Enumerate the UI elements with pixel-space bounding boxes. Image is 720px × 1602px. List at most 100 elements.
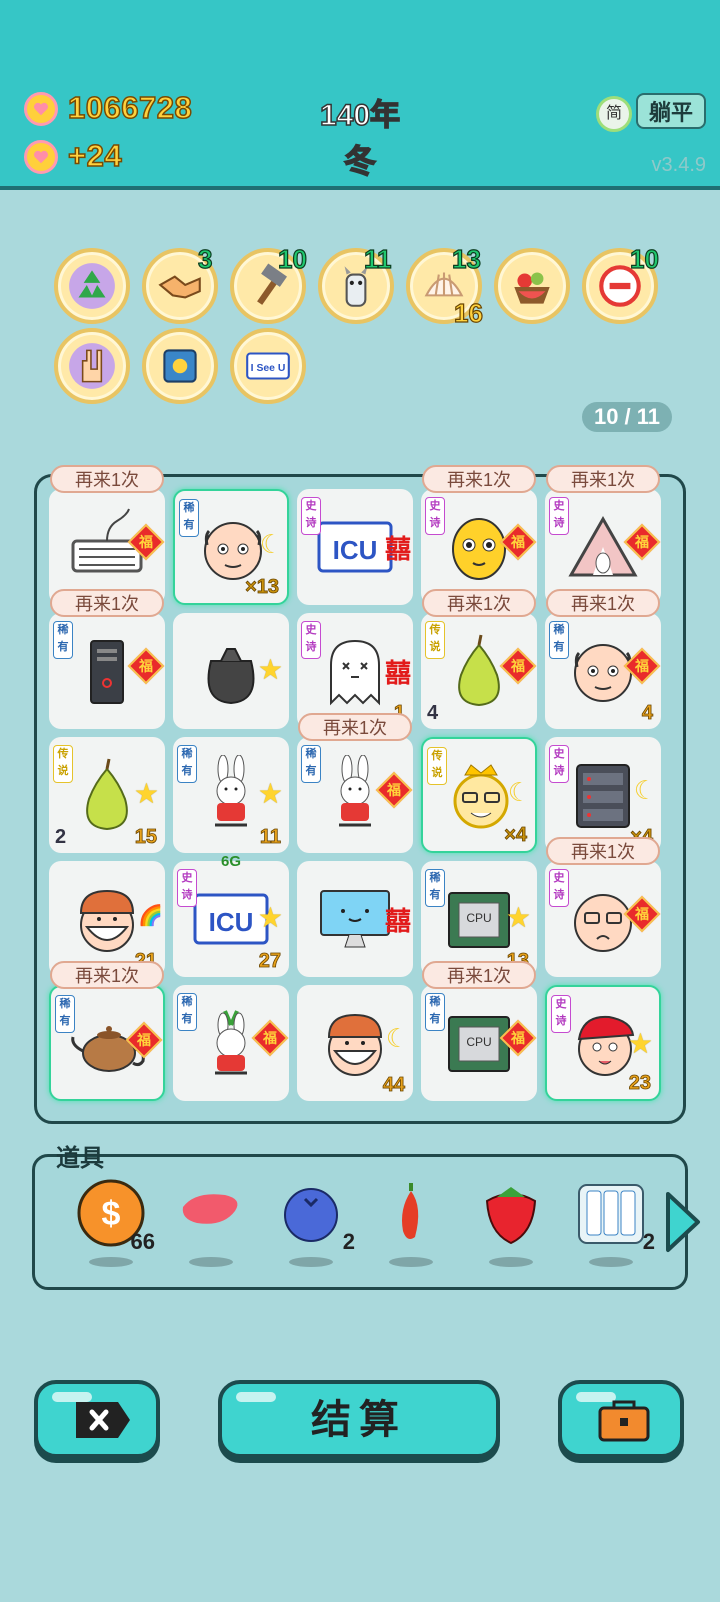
item-quantity: 2 [642,1229,655,1254]
top-bar: 1066728 +24 140年 冬 简 躺平 v3.4.9 [0,0,720,190]
item-liver[interactable] [171,1177,251,1273]
settle-button[interactable]: 结算 [218,1380,500,1458]
cell-count: 27 [258,950,281,973]
rarity-tag: 史诗 [301,621,321,659]
heart-coin-icon [24,92,58,126]
simplified-toggle[interactable]: 简 [596,96,632,132]
board-cell-cpu[interactable]: CPU稀有★13 [421,861,537,977]
star-icon: ★ [627,1028,653,1059]
rarity-tag: 传说 [427,747,447,785]
item-quantity: 66 [130,1229,155,1254]
rarity-tag: 稀有 [177,745,197,783]
board-cell-red-hat-boy[interactable]: 史诗 ★ 23 [545,985,661,1101]
server-icon [576,764,630,828]
board-cell-server[interactable]: 史诗☾×4 [545,737,661,853]
settle-label: 结算 [311,1398,407,1442]
relic-sub-count: 16 [453,297,483,328]
cell-count: 23 [628,1072,651,1095]
board-cell-rabbit-sprout[interactable]: 稀有福 [173,985,289,1101]
slot-board: 福再来1次 稀有 ☾ ×13 ICU 史诗囍史诗福再来1次 史诗福再来1次 稀有福再来1次 ★ 史… [34,465,686,1124]
cell-count-left: 4 [427,702,439,724]
rarity-tag: 稀有 [301,745,321,783]
cpu-text: CPU [466,1035,492,1049]
board-cell-masked-worker[interactable]: ☾ 44 [297,985,413,1101]
masked-worker-icon [79,889,135,952]
moon-icon: ☾ [633,775,657,805]
item-dollar-coin[interactable]: $ 66 [71,1177,155,1273]
next-arrow-icon[interactable] [662,1190,702,1254]
board-cell-tent-rabbit[interactable]: 史诗福 [545,489,661,605]
fruit-basket-icon[interactable] [494,248,570,324]
rarity-tag: 史诗 [177,869,197,907]
item-strawberry[interactable] [471,1177,551,1273]
board-cell-glasses-man[interactable]: 史诗福 [545,861,661,977]
board-cell-rabbit[interactable]: 稀有福 [297,737,413,853]
board-cell-monitor[interactable]: 囍 [297,861,413,977]
star-icon: ★ [257,654,283,685]
rarity-tag: 稀有 [425,869,445,907]
again-tag: 再来1次 [422,465,536,493]
board-cell-masked-worker[interactable]: 🌈21 [49,861,165,977]
relic-count: 3 [197,243,213,274]
icu-text: ICU [208,907,254,937]
cell-count: 15 [134,826,157,849]
items-title: 道具 [56,1145,104,1172]
board-cell-trash-bag[interactable]: ★ [173,613,289,729]
board-cell-bald-man[interactable]: 稀有 ☾ ×13 [173,489,289,605]
board-cell-icu[interactable]: ICU 史诗 ★ 6G 27 [173,853,289,977]
item-quantity: 2 [342,1229,355,1254]
cell-count: 44 [382,1074,405,1097]
rarity-tag: 史诗 [549,497,569,535]
again-tag: 再来1次 [50,589,164,617]
version-label: v3.4.9 [651,154,706,176]
again-tag: 再来1次 [546,465,660,493]
safe-icon[interactable] [142,328,218,404]
dollar-symbol: $ [102,1195,121,1233]
rarity-tag: 稀有 [53,621,73,659]
delete-button[interactable] [34,1380,160,1458]
i-see-u-text: I See U [251,363,286,374]
rarity-tag: 史诗 [549,869,569,907]
rarity-tag: 史诗 [551,995,571,1033]
again-tag: 再来1次 [546,589,660,617]
board-cell-computer-tower[interactable]: 稀有福 [49,613,165,729]
star-icon: ★ [505,902,531,933]
board-cell-icu[interactable]: ICU 史诗囍 [297,489,413,605]
page-indicator: 10 / 11 [582,402,672,432]
moon-icon: ☾ [507,777,531,807]
again-tag: 再来1次 [50,465,164,493]
board-cell-king[interactable]: 传说 ☾ ×4 [421,737,537,853]
relic-count: 10 [277,243,307,274]
board-cell-bald-man[interactable]: 稀有福 4 [545,613,661,729]
rarity-tag: 稀有 [177,993,197,1031]
i-see-u-icon[interactable]: I See U [230,328,306,404]
season-label: 冬 [343,142,377,180]
star-icon: ★ [257,778,283,809]
board-cell-cpu[interactable]: CPU 稀有福 [421,985,537,1101]
rarity-tag: 稀有 [549,621,569,659]
double-happiness-icon: 囍 [384,906,411,936]
bag-button[interactable] [558,1380,684,1458]
cell-count-left: 2 [55,826,67,848]
rarity-tag: 传说 [53,745,73,783]
board-cell-keyboard[interactable]: 福 [49,489,165,605]
again-tag: 再来1次 [546,837,660,865]
recycle-icon[interactable] [54,248,130,324]
coin-total: 1066728 [67,89,193,126]
board-cell-ghost[interactable]: 史诗囍1 [297,613,413,729]
board-cell-pear[interactable]: 传说 ★ 15 2 [49,737,165,853]
item-blueberry[interactable]: 2 [271,1177,355,1273]
rock-hand-icon[interactable] [54,328,130,404]
rarity-tag: 稀有 [425,993,445,1031]
board-cell-yellow-face[interactable]: 史诗福 [421,489,537,605]
board-cell-rabbit[interactable]: 稀有 ★ 11 [173,737,289,853]
monitor-icon [320,890,390,948]
flat-button[interactable]: 躺平 [636,93,706,129]
delete-icon [76,1402,130,1438]
relic-count: 10 [629,243,659,274]
board-cell-pear[interactable]: 传说福 4 [421,613,537,729]
briefcase-icon [598,1400,650,1442]
item-rare-cards[interactable]: 2 [571,1177,655,1273]
board-cell-teapot[interactable]: 稀有福 [49,985,165,1101]
item-chili[interactable] [371,1177,451,1273]
